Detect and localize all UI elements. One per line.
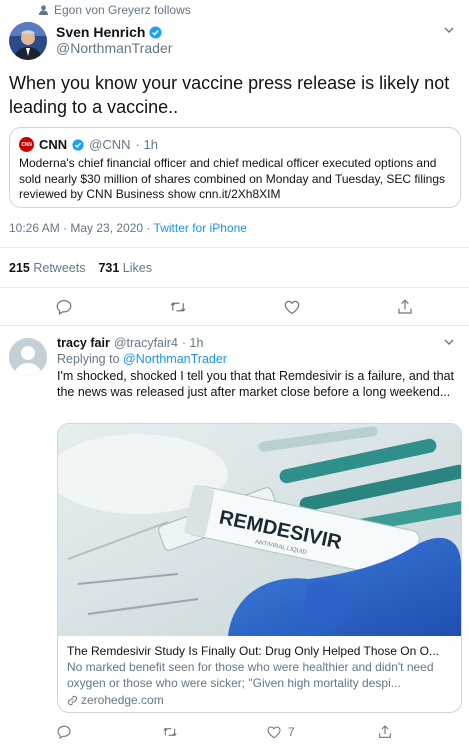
likes-label: Likes [122, 261, 152, 275]
reply-author-name[interactable]: tracy fair [57, 336, 110, 350]
reply-like-count: 7 [288, 725, 295, 739]
share-icon [377, 724, 393, 740]
reply-button[interactable] [54, 297, 74, 317]
retweet-button[interactable] [168, 297, 188, 317]
quote-header: CNN CNN @CNN · 1h [19, 137, 158, 152]
heart-icon [283, 298, 301, 316]
like-button[interactable] [282, 297, 302, 317]
person-icon [39, 5, 48, 15]
share-button[interactable] [375, 722, 395, 742]
share-button[interactable] [395, 297, 415, 317]
author-handle[interactable]: @NorthmanTrader [56, 40, 172, 56]
tweet-timestamp[interactable]: 10:26 AM · May 23, 2020 · [9, 221, 150, 235]
reply-avatar[interactable] [9, 338, 47, 376]
retweet-icon [168, 298, 188, 316]
replying-to-handle[interactable]: @NorthmanTrader [123, 352, 227, 366]
retweets-label: Retweets [33, 261, 86, 275]
tweet-meta: 10:26 AM · May 23, 2020 · Twitter for iP… [9, 221, 247, 235]
quote-author-handle: @CNN [89, 137, 131, 152]
cnn-logo: CNN [19, 137, 34, 152]
retweets-stat[interactable]: 215 Retweets [9, 261, 85, 275]
retweet-icon [161, 724, 179, 740]
card-description: No marked benefit seen for those who wer… [67, 660, 434, 690]
chevron-down-icon[interactable] [443, 336, 455, 348]
divider [0, 325, 469, 326]
tweet-stats: 215 Retweets 731 Likes [9, 261, 152, 275]
likes-stat[interactable]: 731 Likes [98, 261, 152, 275]
comment-icon [56, 724, 72, 740]
heart-icon [266, 724, 282, 740]
card-title: The Remdesivir Study Is Finally Out: Dru… [67, 644, 439, 658]
divider [0, 287, 469, 288]
reply-text: I'm shocked, shocked I tell you that tha… [57, 369, 455, 399]
card-domain-text: zerohedge.com [81, 693, 164, 707]
reply-author-handle[interactable]: @tracyfair4 [114, 336, 178, 350]
retweet-button[interactable] [160, 722, 180, 742]
share-icon [396, 298, 414, 316]
likes-count: 731 [98, 261, 120, 275]
link-card[interactable]: REMDESIVIR ANTIVIRAL LIQUID The Remdesiv… [57, 423, 462, 713]
card-image: REMDESIVIR ANTIVIRAL LIQUID [58, 424, 461, 636]
quote-time: · 1h [135, 137, 158, 152]
reply-header: tracy fair @tracyfair4 · 1h [57, 336, 203, 350]
quoted-tweet[interactable]: CNN CNN @CNN · 1h Moderna's chief financ… [9, 127, 461, 208]
verified-badge-icon [72, 138, 84, 151]
chevron-down-icon[interactable] [443, 24, 455, 36]
reply-time[interactable]: · 1h [182, 336, 204, 350]
replying-label: Replying to [57, 352, 120, 366]
retweets-count: 215 [9, 261, 30, 275]
tweet-text: When you know your vaccine press release… [9, 73, 450, 117]
quote-text: Moderna's chief financial officer and ch… [19, 156, 446, 201]
author-name-text[interactable]: Sven Henrich [56, 24, 145, 40]
author-name[interactable]: Sven Henrich [56, 24, 163, 40]
social-context: Egon von Greyerz follows [39, 3, 191, 17]
like-button[interactable]: 7 [266, 722, 306, 742]
avatar[interactable] [9, 22, 47, 60]
card-domain: zerohedge.com [67, 693, 164, 707]
verified-badge-icon [149, 25, 163, 39]
comment-icon [55, 298, 73, 316]
tweet-source[interactable]: Twitter for iPhone [154, 221, 247, 235]
link-icon [67, 695, 78, 706]
replying-to: Replying to @NorthmanTrader [57, 352, 227, 366]
reply-button[interactable] [54, 722, 74, 742]
divider [0, 247, 469, 248]
social-context-text: Egon von Greyerz follows [54, 3, 191, 17]
quote-author-name: CNN [39, 137, 68, 152]
